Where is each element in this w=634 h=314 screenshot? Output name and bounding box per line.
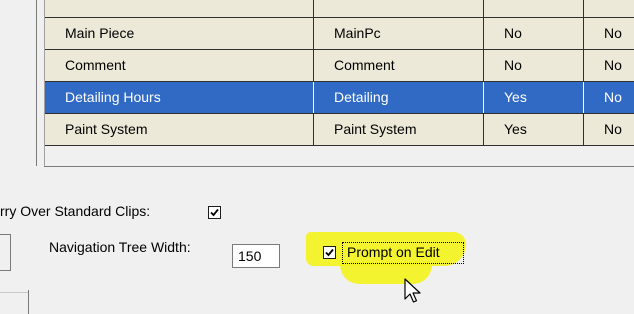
- cell-flag2[interactable]: No: [583, 114, 634, 145]
- table-row-selected[interactable]: Detailing Hours Detailing Yes No: [45, 82, 634, 113]
- nav-width-label: Navigation Tree Width:: [49, 239, 191, 255]
- cell-flag2[interactable]: No: [583, 50, 634, 81]
- cell-name[interactable]: Comment: [45, 50, 313, 81]
- cell-flag1[interactable]: No: [483, 18, 583, 49]
- grid-bottom-border: [44, 166, 634, 167]
- cell-code[interactable]: MainPc: [313, 18, 483, 49]
- carry-over-label: rry Over Standard Clips:: [0, 203, 151, 219]
- cell-flag2[interactable]: No: [583, 82, 634, 113]
- cell-name[interactable]: Main Piece: [45, 18, 313, 49]
- cell-flag1[interactable]: Yes: [483, 114, 583, 145]
- grid-empty-area: [45, 146, 634, 166]
- grid-left-border: [36, 0, 37, 166]
- cell-empty: [45, 0, 313, 17]
- cell-empty: [483, 0, 583, 17]
- checkmark-icon: [325, 248, 334, 257]
- mouse-pointer-icon: [404, 278, 421, 303]
- partial-divider: [0, 292, 28, 293]
- cell-empty: [313, 0, 483, 17]
- partial-field-bottom: [0, 270, 10, 271]
- cell-flag1[interactable]: Yes: [483, 82, 583, 113]
- cell-flag1[interactable]: No: [483, 50, 583, 81]
- prompt-on-edit-label[interactable]: Prompt on Edit: [347, 244, 440, 260]
- partial-control-edge: [28, 290, 29, 314]
- partial-field-top: [0, 234, 10, 235]
- prompt-on-edit-checkbox[interactable]: [323, 246, 336, 259]
- checkmark-icon: [210, 208, 219, 217]
- partial-field-edge: [10, 234, 11, 271]
- table-row[interactable]: Main Piece MainPc No No: [45, 18, 634, 49]
- cell-code[interactable]: Detailing: [313, 82, 483, 113]
- table-row[interactable]: Comment Comment No No: [45, 50, 634, 81]
- cell-code[interactable]: Paint System: [313, 114, 483, 145]
- table-row[interactable]: Paint System Paint System Yes No: [45, 114, 634, 145]
- carry-over-checkbox[interactable]: [208, 206, 221, 219]
- nav-width-input[interactable]: 150: [232, 244, 280, 268]
- cell-name[interactable]: Detailing Hours: [45, 82, 313, 113]
- cell-name[interactable]: Paint System: [45, 114, 313, 145]
- table-row-partial: [45, 0, 634, 17]
- cell-flag2[interactable]: No: [583, 18, 634, 49]
- cell-code[interactable]: Comment: [313, 50, 483, 81]
- properties-grid: Main Piece MainPc No No Comment Comment …: [0, 0, 634, 167]
- cell-empty: [583, 0, 634, 17]
